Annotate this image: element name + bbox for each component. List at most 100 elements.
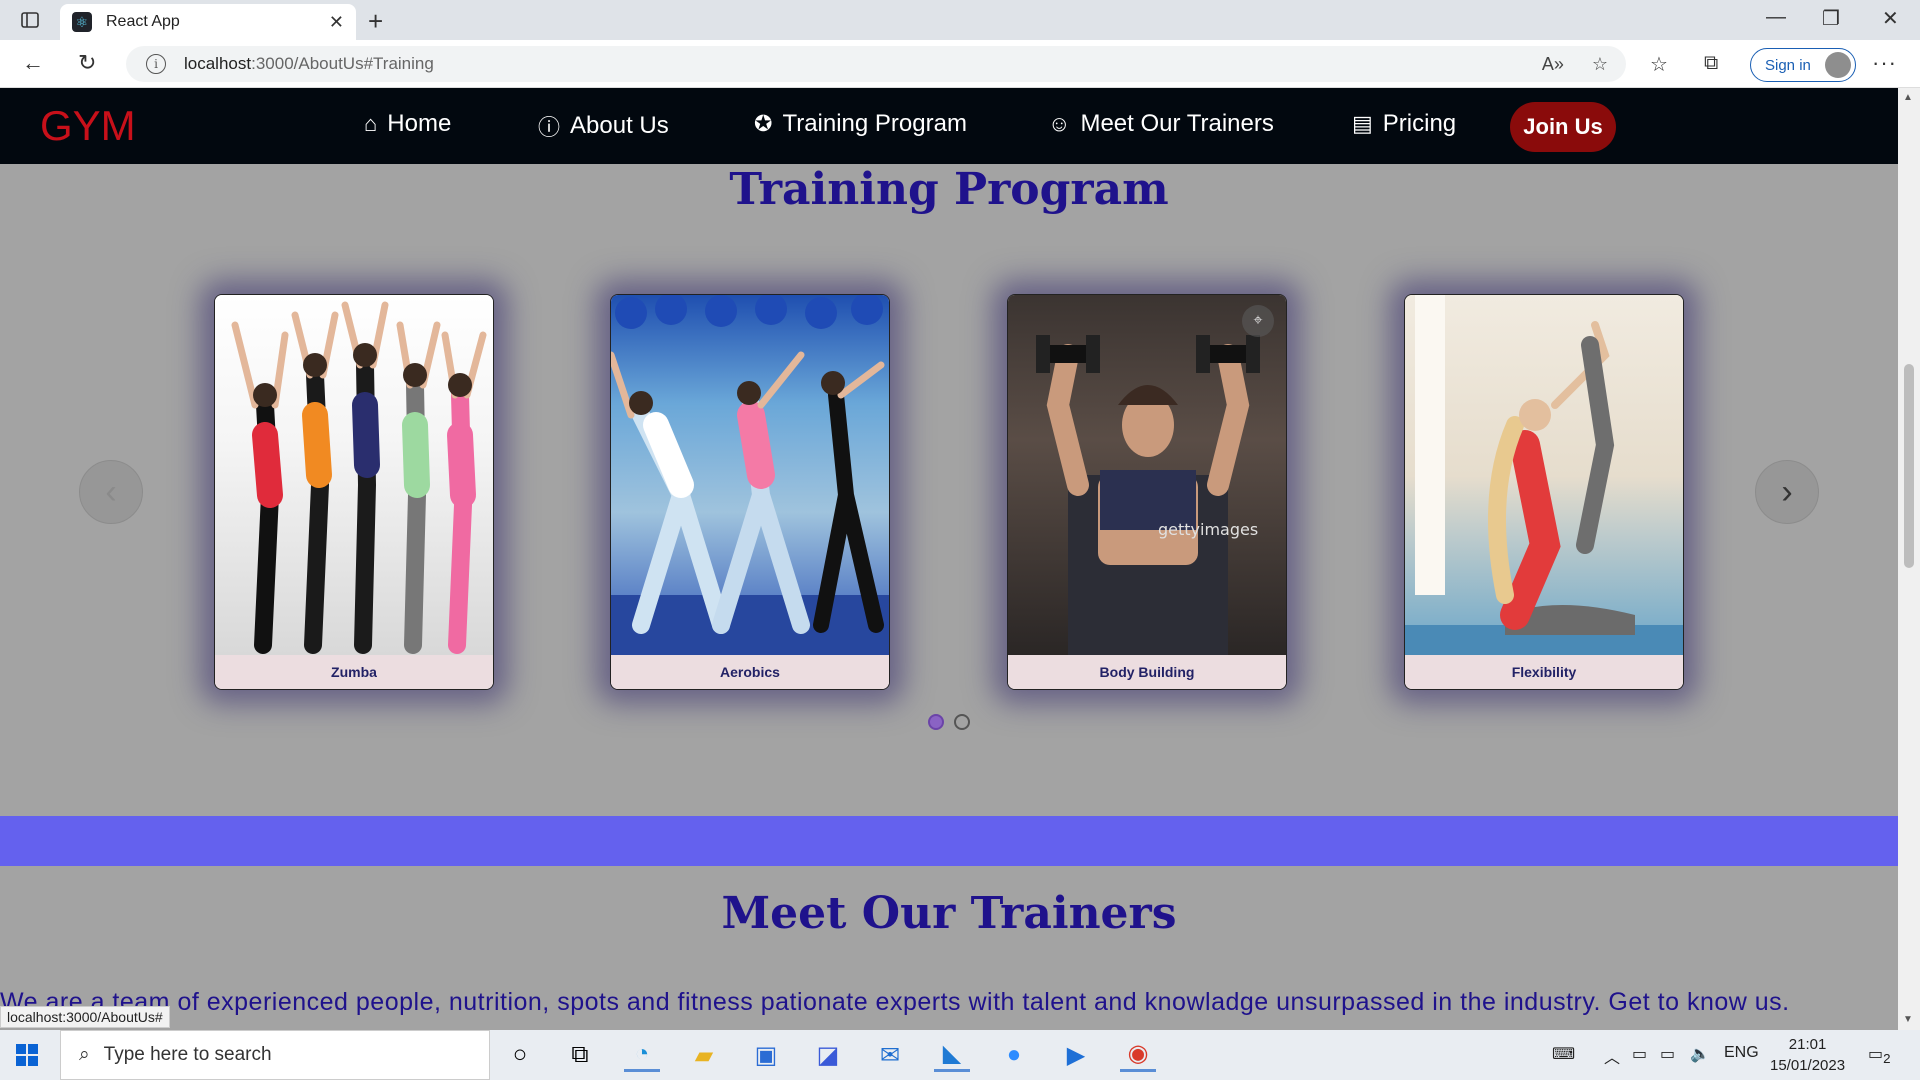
keyboard-icon[interactable]: ⌨ [1552,1044,1575,1064]
minimize-icon[interactable]: — [1766,6,1786,29]
back-icon[interactable]: ← [22,50,44,76]
tray-chevron-icon[interactable]: ︿ [1604,1044,1620,1068]
aerobics-image [611,295,889,657]
nav-pricing[interactable]: ▤ Pricing [1352,110,1456,138]
nav-training-program-label: Training Program [782,110,967,137]
close-window-icon[interactable]: ✕ [1882,6,1899,31]
app-icon[interactable]: ◪ [810,1038,846,1072]
browser-tab[interactable]: ⚛ React App ✕ [60,4,356,40]
tab-title: React App [106,13,180,30]
join-us-button[interactable]: Join Us [1510,102,1616,152]
more-menu-icon[interactable]: ··· [1872,50,1897,76]
training-card-flexibility[interactable]: Flexibility [1404,294,1684,690]
avatar [1825,52,1851,78]
training-card-body-building[interactable]: gettyimages ⌖ Body Building [1007,294,1287,690]
clock[interactable]: 21:01 15/01/2023 [1770,1034,1845,1076]
sign-in-label: Sign in [1765,56,1811,74]
windows-taskbar: ⌕ Type here to search ○ ⧉ ◔ ▰ ▣ ◪ ✉ ◣ ● … [0,1030,1920,1080]
nav-training-program[interactable]: ✪ Training Program [754,110,967,138]
carousel-dot-2[interactable] [954,714,970,730]
nav-meet-our-trainers[interactable]: ☺ Meet Our Trainers [1048,110,1274,138]
zumba-image [215,295,493,657]
trainer-icon: ☺ [1048,111,1071,136]
scrollbar-thumb[interactable] [1904,364,1914,568]
chevron-left-icon: ‹ [105,472,117,511]
trainers-intro-text: We are a team of experienced people, nut… [0,988,1790,1016]
chrome-icon[interactable]: ◉ [1120,1038,1156,1072]
nav-home-label: Home [387,110,452,137]
cortana-icon[interactable]: ○ [502,1038,538,1072]
sign-in-button[interactable]: Sign in [1750,48,1856,82]
new-tab-icon[interactable]: + [368,6,383,37]
clock-time: 21:01 [1788,1036,1827,1053]
visual-search-icon[interactable]: ⌖ [1242,305,1274,337]
task-view-icon[interactable]: ⧉ [562,1038,598,1072]
language-indicator[interactable]: ENG [1724,1044,1759,1062]
url-host: localhost [184,54,252,73]
card-label: Flexibility [1405,655,1683,689]
flexibility-image [1405,295,1683,657]
info-icon: ⓘ [538,115,561,140]
taskbar-search[interactable]: ⌕ Type here to search [60,1030,490,1080]
carousel-next-button[interactable]: › [1755,460,1819,524]
nav-about-us-label: About Us [570,112,669,139]
brand-logo[interactable]: GYM [40,102,136,150]
favorites-icon[interactable]: ☆ [1650,52,1668,77]
browser-tab-bar: ⚛ React App ✕ + — ❐ ✕ [0,0,1920,40]
mail-icon[interactable]: ✉ [872,1038,908,1072]
network-icon[interactable]: ▭ [1632,1044,1647,1064]
nav-pricing-label: Pricing [1382,110,1457,137]
store-icon[interactable]: ▣ [748,1038,784,1072]
url-path: :3000/AboutUs#Training [251,54,434,73]
chevron-right-icon: › [1781,472,1793,511]
windows-start-icon[interactable] [16,1044,38,1066]
collections-icon[interactable]: ⧉ [1704,52,1718,75]
carousel-prev-button[interactable]: ‹ [79,460,143,524]
add-favorite-icon[interactable]: ☆ [1592,54,1608,75]
card-label: Body Building [1008,655,1286,689]
taskbar-search-placeholder: Type here to search [103,1044,272,1065]
refresh-icon[interactable]: ↻ [78,50,96,76]
battery-icon[interactable]: ▭ [1660,1044,1675,1064]
edge-icon[interactable]: ◔ [624,1038,660,1072]
clock-date: 15/01/2023 [1770,1057,1846,1074]
nav-meet-our-trainers-label: Meet Our Trainers [1080,110,1274,137]
notifications-icon[interactable]: ▭2 [1868,1044,1891,1066]
section-divider-band [0,816,1898,866]
site-navbar: GYM ⌂ Home ⓘ About Us ✪ Training Program… [0,88,1898,164]
media-player-icon[interactable]: ▶ [1058,1038,1094,1072]
close-tab-icon[interactable]: ✕ [329,12,344,33]
read-aloud-icon[interactable]: A» [1542,54,1564,75]
zoom-icon[interactable]: ● [996,1038,1032,1072]
pricing-icon: ▤ [1352,111,1373,136]
search-icon: ⌕ [79,1044,90,1065]
training-program-title: Training Program [729,164,1169,215]
nav-home[interactable]: ⌂ Home [364,110,451,138]
training-card-aerobics[interactable]: Aerobics [610,294,890,690]
training-icon: ✪ [754,111,773,136]
meet-our-trainers-title: Meet Our Trainers [721,888,1177,939]
card-label: Zumba [215,655,493,689]
training-card-zumba[interactable]: Zumba [214,294,494,690]
carousel-dot-1[interactable] [928,714,944,730]
react-favicon-icon: ⚛ [72,12,92,32]
tab-actions-icon[interactable] [14,8,46,32]
site-info-icon[interactable]: i [146,54,166,74]
notification-count: 2 [1883,1051,1891,1067]
nav-about-us[interactable]: ⓘ About Us [538,110,669,142]
restore-icon[interactable]: ❐ [1822,6,1840,31]
link-status-url: localhost:3000/AboutUs# [0,1006,170,1028]
card-label: Aerobics [611,655,889,689]
home-icon: ⌂ [364,111,378,136]
file-explorer-icon[interactable]: ▰ [686,1038,722,1072]
page-scrollbar[interactable]: ▲ ▼ [1898,88,1920,1030]
address-toolbar: ← ↻ i localhost:3000/AboutUs#Training A»… [0,40,1920,88]
scroll-up-icon[interactable]: ▲ [1903,92,1913,103]
scroll-down-icon[interactable]: ▼ [1903,1014,1913,1025]
vscode-icon[interactable]: ◣ [934,1038,970,1072]
page-viewport: GYM ⌂ Home ⓘ About Us ✪ Training Program… [0,88,1898,1030]
svg-text:gettyimages: gettyimages [1158,520,1258,539]
url-field[interactable]: i localhost:3000/AboutUs#Training A» ☆ [126,46,1626,82]
body-building-image: gettyimages ⌖ [1008,295,1286,657]
volume-icon[interactable]: 🔈 [1690,1044,1710,1064]
